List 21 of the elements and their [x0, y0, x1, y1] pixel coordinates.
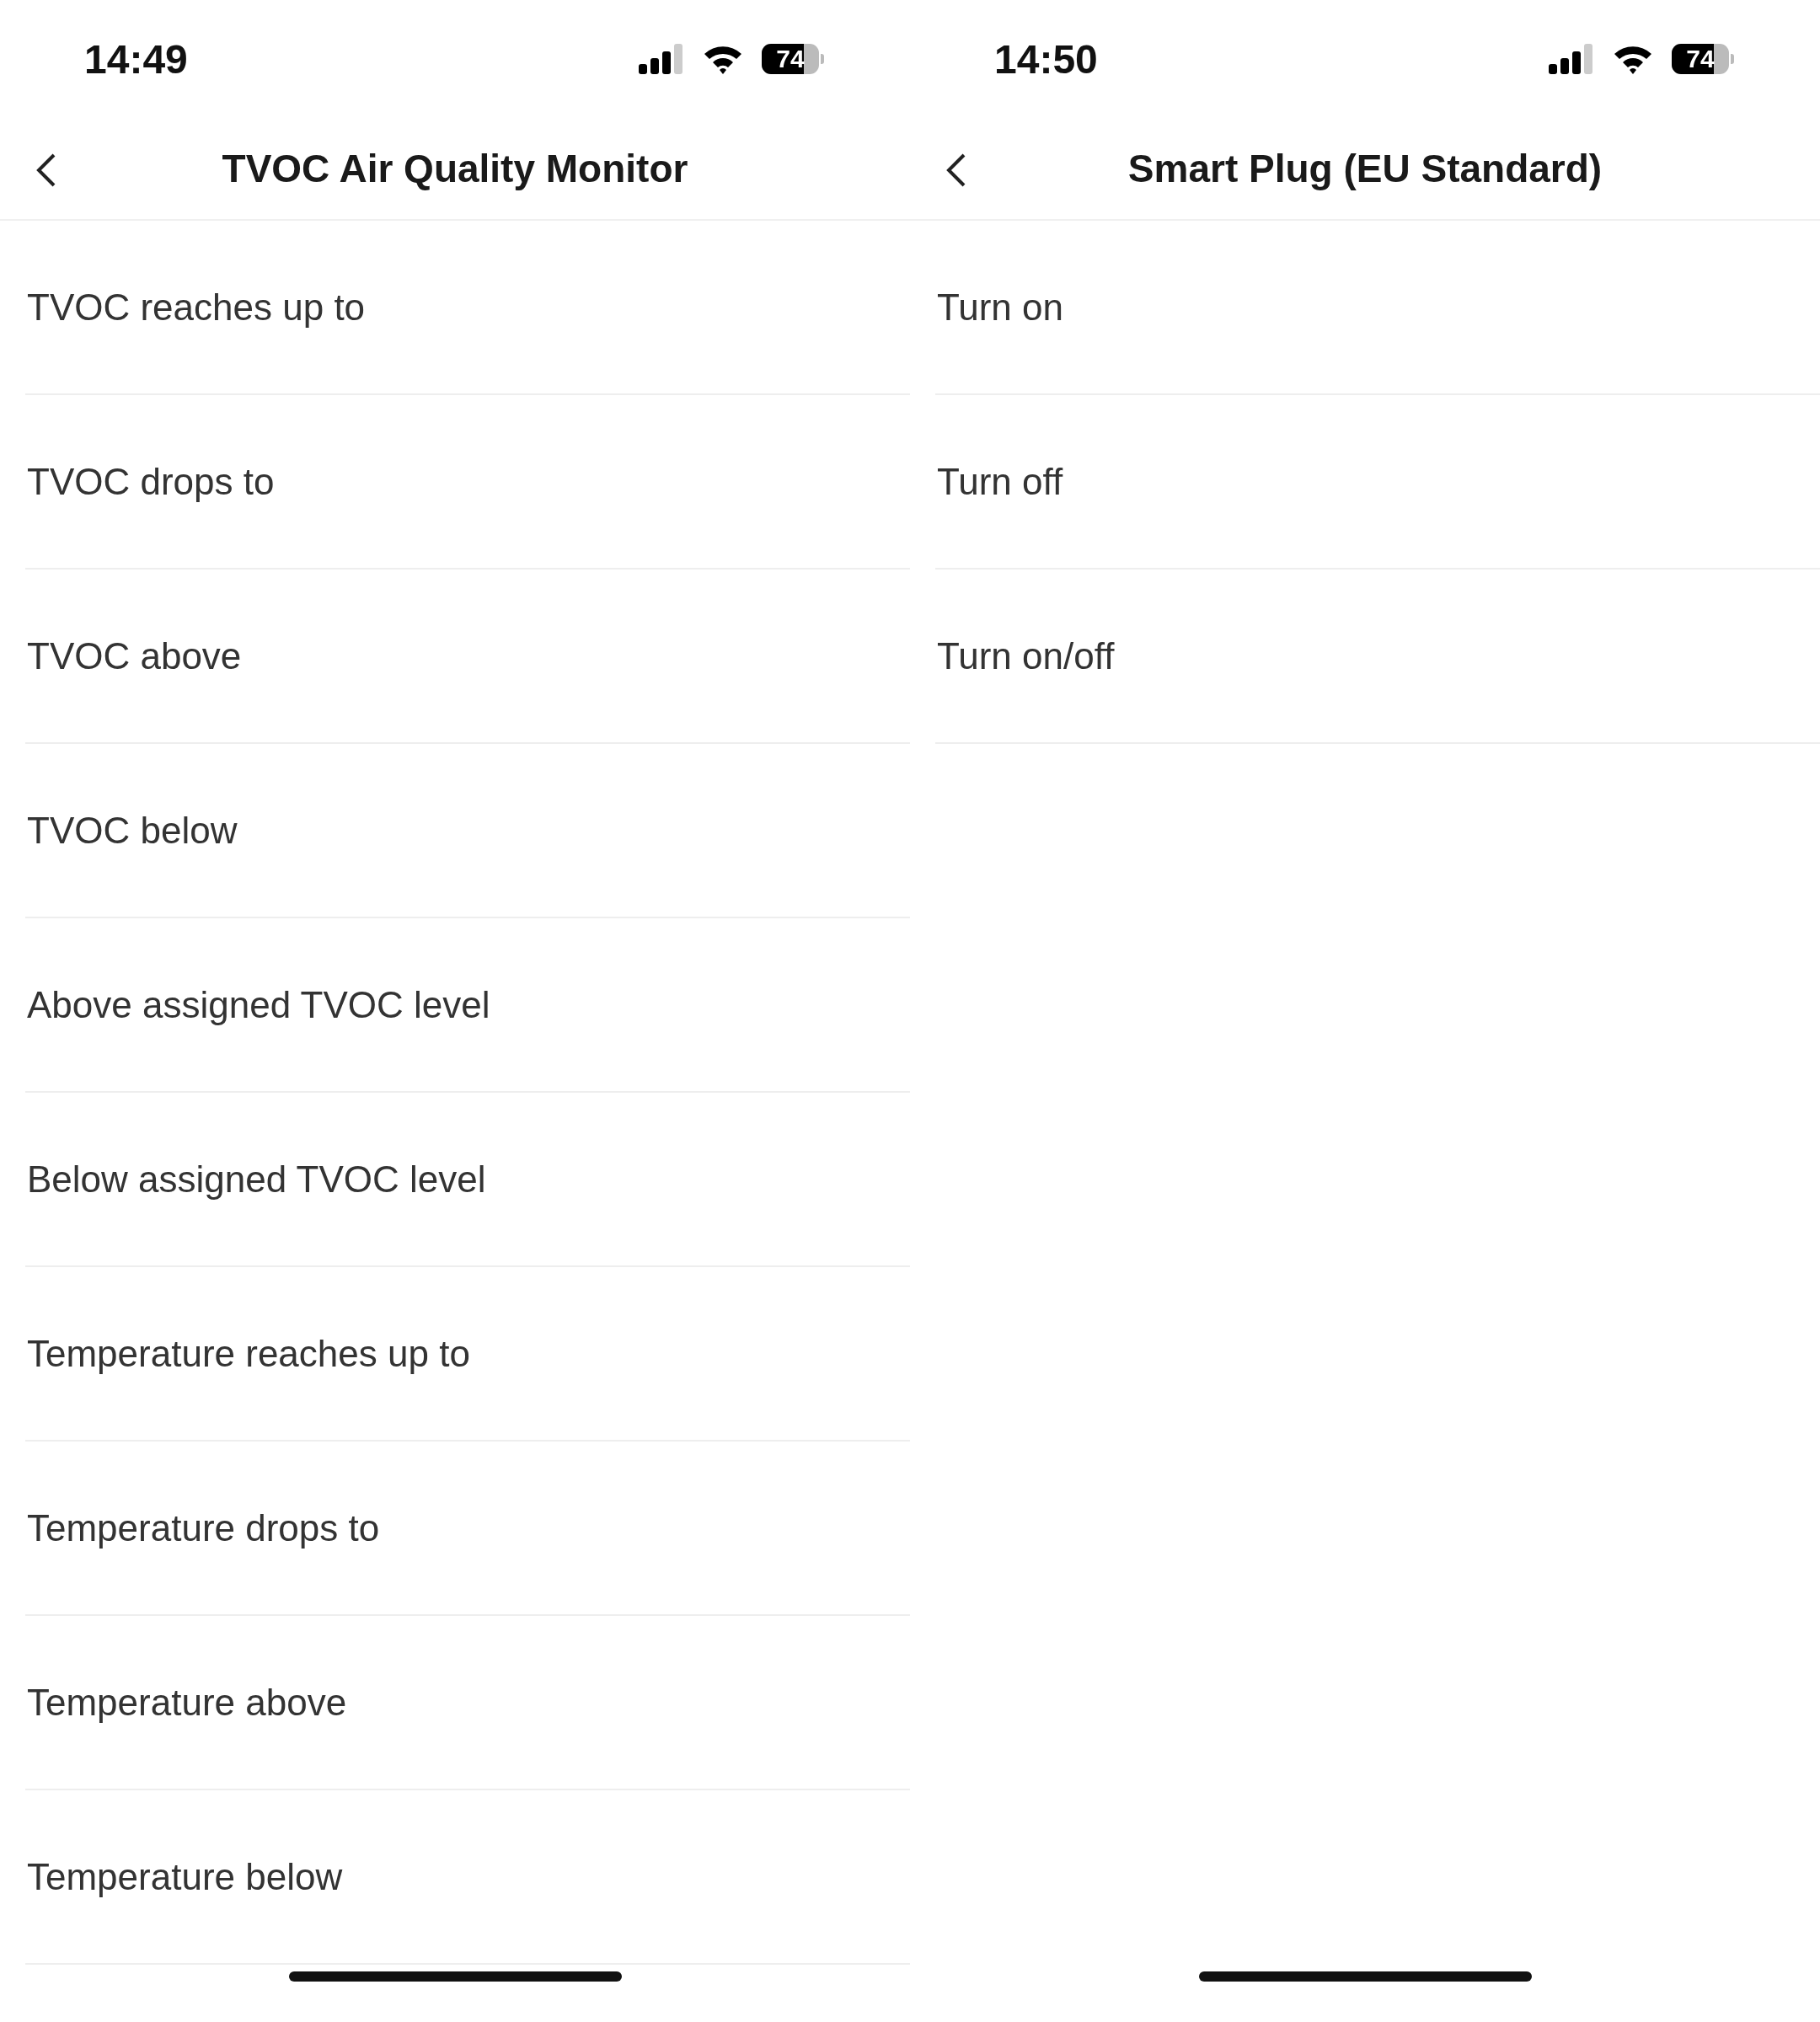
list-item[interactable]: Below assigned TVOC level: [25, 1158, 486, 1201]
list-item[interactable]: TVOC below: [25, 809, 238, 852]
signal-icon: [1549, 44, 1594, 74]
list-item[interactable]: Turn on/off: [935, 634, 1115, 677]
list-item[interactable]: Above assigned TVOC level: [25, 983, 490, 1026]
wifi-icon: [703, 44, 743, 74]
status-time: 14:50: [994, 35, 1099, 83]
list-item[interactable]: Temperature below: [25, 1855, 343, 1898]
screen-title: TVOC Air Quality Monitor: [222, 146, 688, 191]
signal-icon: [639, 44, 684, 74]
status-time: 14:49: [84, 35, 189, 83]
list-item[interactable]: Temperature drops to: [25, 1506, 380, 1549]
list-item[interactable]: TVOC reaches up to: [25, 286, 366, 329]
wifi-icon: [1613, 44, 1653, 74]
list-item[interactable]: Temperature reaches up to: [25, 1332, 470, 1375]
list-item[interactable]: Turn on: [935, 286, 1063, 329]
screen-title: Smart Plug (EU Standard): [1127, 146, 1603, 191]
list-item[interactable]: Temperature above: [25, 1681, 347, 1724]
list-item[interactable]: TVOC drops to: [25, 460, 275, 503]
list-item[interactable]: TVOC above: [25, 634, 242, 677]
list-item[interactable]: Turn off: [935, 460, 1063, 503]
